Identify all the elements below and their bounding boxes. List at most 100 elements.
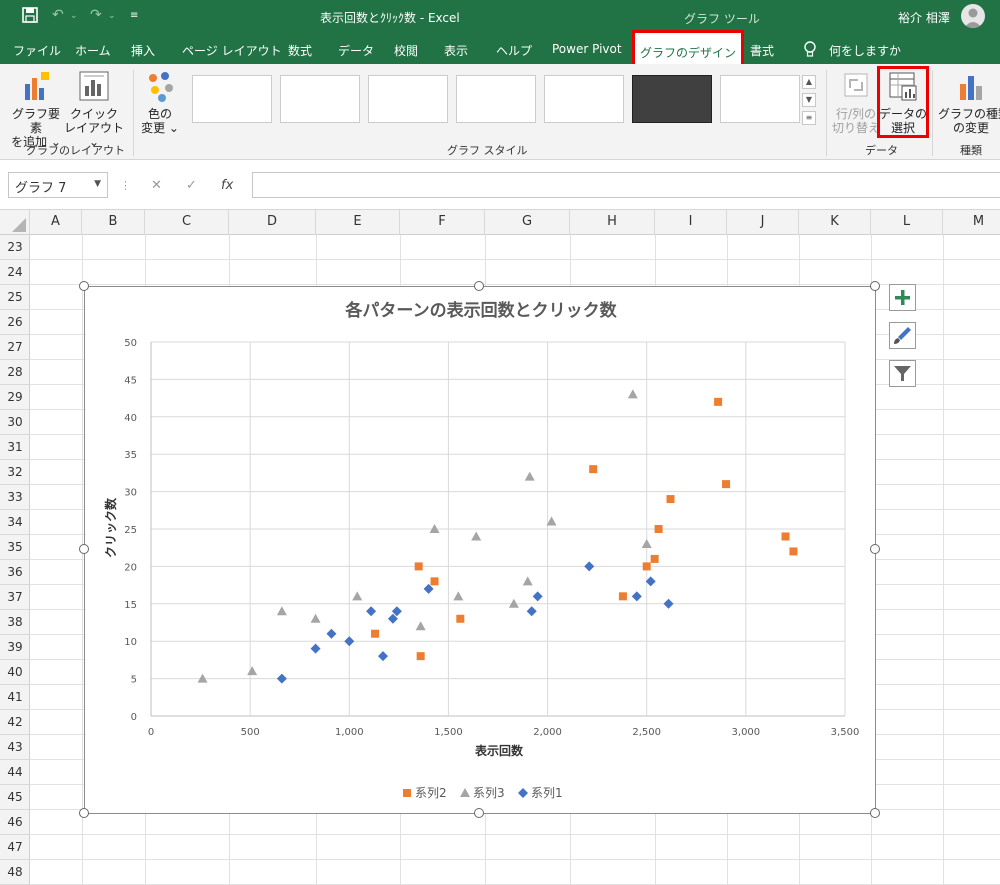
column-header[interactable]: D bbox=[229, 210, 316, 235]
change-colors-button[interactable]: 色の 変更 ⌄ bbox=[138, 70, 182, 135]
undo-icon[interactable]: ↶ bbox=[52, 7, 64, 23]
chart-style-1[interactable] bbox=[192, 75, 272, 123]
tab-data[interactable]: データ bbox=[338, 42, 374, 59]
tab-power-pivot[interactable]: Power Pivot bbox=[552, 42, 622, 56]
data-point[interactable] bbox=[366, 606, 377, 617]
row-header[interactable]: 25 bbox=[0, 285, 30, 310]
change-chart-type-button[interactable]: グラフの種類 の変更 bbox=[938, 70, 1000, 135]
row-header[interactable]: 30 bbox=[0, 410, 30, 435]
data-point[interactable] bbox=[722, 480, 731, 489]
redo-dropdown-icon[interactable]: ⌄ bbox=[108, 11, 116, 21]
redo-icon[interactable]: ↷ bbox=[90, 7, 102, 23]
row-header[interactable]: 28 bbox=[0, 360, 30, 385]
data-point[interactable] bbox=[414, 562, 423, 571]
data-point[interactable] bbox=[627, 389, 638, 399]
column-header[interactable]: K bbox=[799, 210, 871, 235]
quick-layout-button[interactable]: クイック レイアウト ⌄ bbox=[64, 70, 124, 149]
data-point[interactable] bbox=[631, 591, 642, 602]
data-point[interactable] bbox=[326, 628, 337, 639]
name-box-dropdown-icon[interactable]: ▼ bbox=[94, 179, 101, 189]
column-header[interactable]: A bbox=[30, 210, 82, 235]
avatar[interactable] bbox=[961, 4, 985, 28]
legend-marker[interactable] bbox=[460, 788, 470, 797]
row-header[interactable]: 31 bbox=[0, 435, 30, 460]
resize-handle[interactable] bbox=[870, 808, 880, 818]
chart-title[interactable]: 各パターンの表示回数とクリック数 bbox=[344, 300, 617, 321]
data-point[interactable] bbox=[714, 397, 723, 406]
row-header[interactable]: 27 bbox=[0, 335, 30, 360]
tab-format[interactable]: 書式 bbox=[750, 42, 774, 59]
data-point[interactable] bbox=[456, 614, 465, 623]
data-point[interactable] bbox=[430, 577, 439, 586]
row-header[interactable]: 38 bbox=[0, 610, 30, 635]
column-header[interactable]: C bbox=[145, 210, 229, 235]
x-axis-title[interactable]: 表示回数 bbox=[474, 743, 524, 758]
resize-handle[interactable] bbox=[79, 281, 89, 291]
row-header[interactable]: 35 bbox=[0, 535, 30, 560]
chart-filters-button[interactable] bbox=[889, 360, 916, 387]
data-point[interactable] bbox=[589, 465, 598, 474]
data-point[interactable] bbox=[310, 613, 321, 623]
resize-handle[interactable] bbox=[474, 808, 484, 818]
chart-style-5[interactable] bbox=[544, 75, 624, 123]
row-header[interactable]: 48 bbox=[0, 860, 30, 885]
legend-marker[interactable] bbox=[403, 789, 411, 797]
data-point[interactable] bbox=[471, 531, 482, 541]
legend-marker[interactable] bbox=[518, 788, 528, 798]
data-point[interactable] bbox=[642, 562, 651, 571]
insert-function-icon[interactable]: fx bbox=[221, 178, 233, 193]
chart-style-7[interactable] bbox=[720, 75, 800, 123]
tab-view[interactable]: 表示 bbox=[444, 42, 468, 59]
chart-styles-button[interactable] bbox=[889, 322, 916, 349]
column-header[interactable]: J bbox=[727, 210, 799, 235]
row-header[interactable]: 23 bbox=[0, 235, 30, 260]
data-point[interactable] bbox=[524, 471, 535, 481]
add-chart-element-button[interactable]: グラフ要素 を追加 ⌄ bbox=[8, 70, 64, 149]
tab-file[interactable]: ファイル bbox=[13, 42, 61, 59]
data-point[interactable] bbox=[654, 525, 663, 533]
resize-handle[interactable] bbox=[870, 281, 880, 291]
series-系列3[interactable] bbox=[197, 389, 652, 683]
row-header[interactable]: 41 bbox=[0, 685, 30, 710]
row-header[interactable]: 46 bbox=[0, 810, 30, 835]
resize-handle[interactable] bbox=[474, 281, 484, 291]
legend[interactable]: 系列2 系列3 系列1 bbox=[403, 786, 563, 800]
styles-scroll-down-icon[interactable]: ▼ bbox=[802, 93, 816, 107]
switch-row-column-button[interactable]: 行/列の 切り替え bbox=[832, 70, 880, 135]
column-header[interactable]: E bbox=[316, 210, 400, 235]
data-point[interactable] bbox=[377, 651, 388, 662]
resize-handle[interactable] bbox=[79, 544, 89, 554]
row-header[interactable]: 39 bbox=[0, 635, 30, 660]
data-point[interactable] bbox=[247, 666, 258, 676]
data-point[interactable] bbox=[416, 652, 425, 661]
tab-home[interactable]: ホーム bbox=[75, 42, 111, 59]
row-header[interactable]: 32 bbox=[0, 460, 30, 485]
chart-style-3[interactable] bbox=[368, 75, 448, 123]
user-name[interactable]: 裕介 相澤 bbox=[898, 9, 950, 26]
data-point[interactable] bbox=[666, 495, 675, 504]
chart-style-2[interactable] bbox=[280, 75, 360, 123]
column-header[interactable]: I bbox=[655, 210, 727, 235]
chart-area[interactable]: 各パターンの表示回数とクリック数 表示回数 クリック数 0 5 10 15 20 25 30… bbox=[84, 286, 876, 814]
tab-help[interactable]: ヘルプ bbox=[496, 42, 532, 59]
data-point[interactable] bbox=[789, 547, 798, 556]
row-header[interactable]: 44 bbox=[0, 760, 30, 785]
data-point[interactable] bbox=[584, 561, 595, 572]
tab-page-layout[interactable]: ページ レイアウト bbox=[182, 42, 282, 59]
row-header[interactable]: 33 bbox=[0, 485, 30, 510]
save-icon[interactable] bbox=[22, 7, 38, 27]
row-header[interactable]: 43 bbox=[0, 735, 30, 760]
row-header[interactable]: 24 bbox=[0, 260, 30, 285]
data-point[interactable] bbox=[415, 621, 426, 631]
resize-handle[interactable] bbox=[79, 808, 89, 818]
row-header[interactable]: 42 bbox=[0, 710, 30, 735]
row-header[interactable]: 47 bbox=[0, 835, 30, 860]
data-point[interactable] bbox=[522, 576, 533, 586]
data-point[interactable] bbox=[453, 591, 464, 601]
data-point[interactable] bbox=[532, 591, 543, 602]
row-header[interactable]: 45 bbox=[0, 785, 30, 810]
resize-handle[interactable] bbox=[870, 544, 880, 554]
chart-elements-button[interactable] bbox=[889, 284, 916, 311]
row-header[interactable]: 37 bbox=[0, 585, 30, 610]
row-header[interactable]: 26 bbox=[0, 310, 30, 335]
